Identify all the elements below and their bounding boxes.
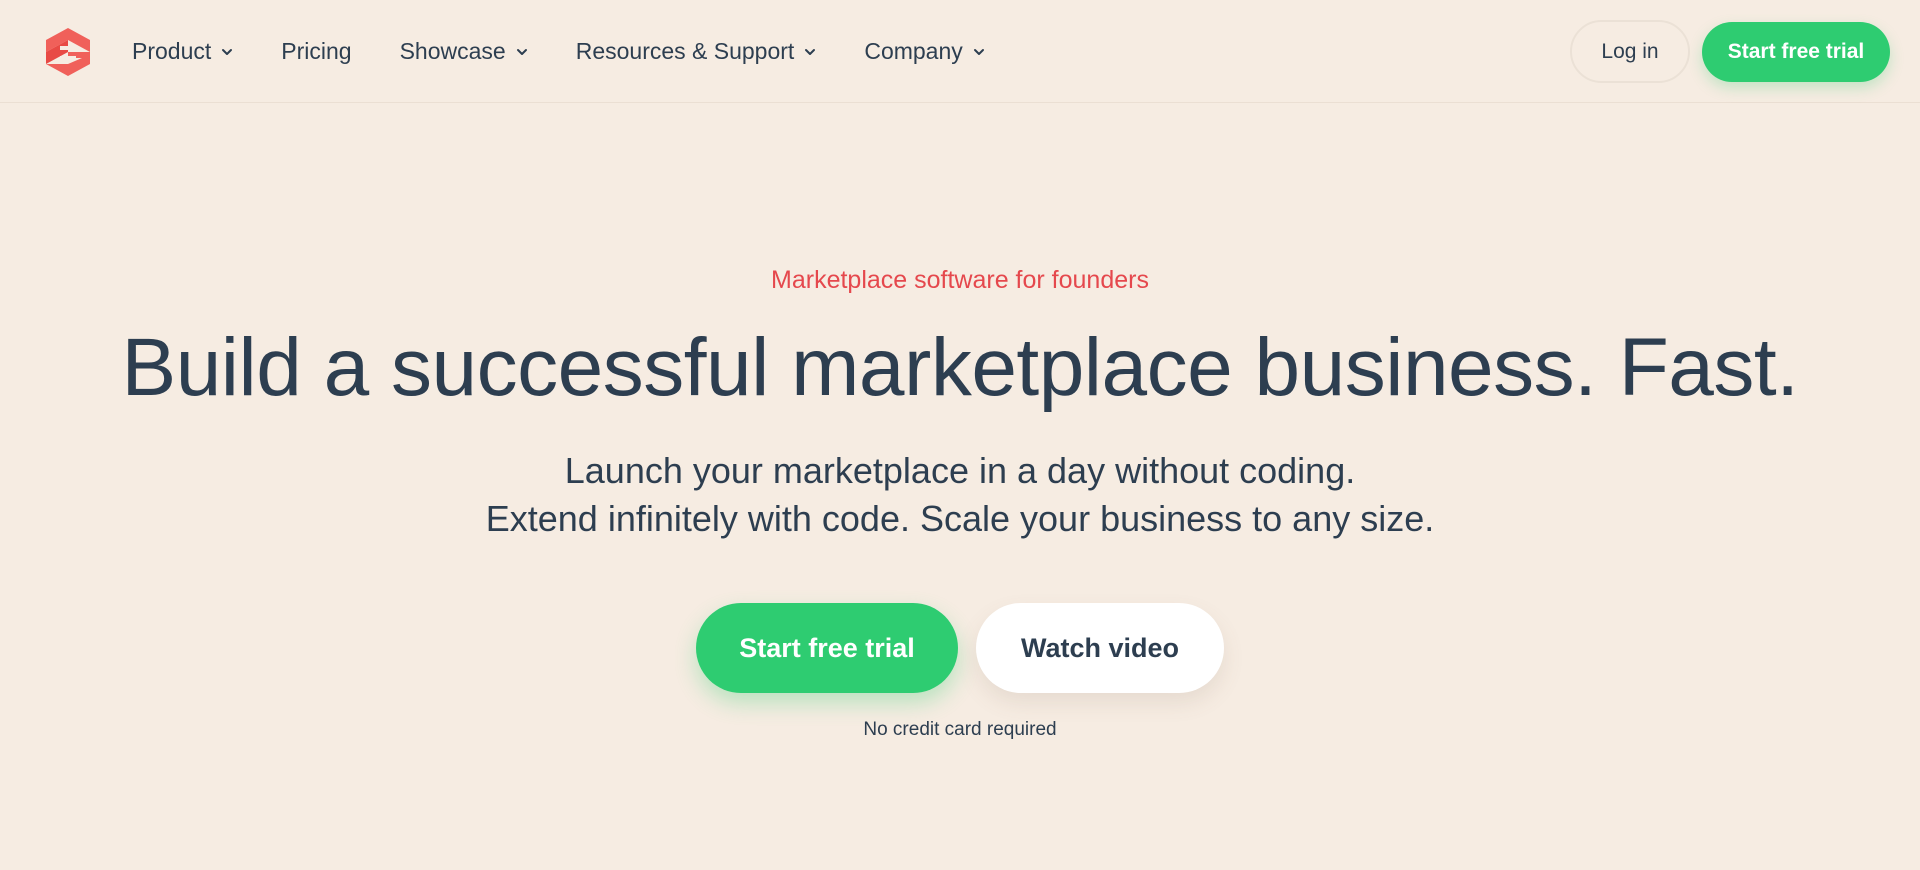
chevron-down-icon: [805, 48, 816, 55]
page: Product Pricing Showcase Resources & Sup…: [0, 0, 1920, 870]
hero-subline-1: Launch your marketplace in a day without…: [564, 450, 1356, 491]
hero-section: Marketplace software for founders Build …: [0, 103, 1920, 870]
login-button[interactable]: Log in: [1570, 20, 1690, 83]
header-start-trial-button[interactable]: Start free trial: [1702, 21, 1890, 82]
hero-headline: Build a successful marketplace business.…: [121, 322, 1799, 413]
nav-label: Showcase: [399, 38, 506, 64]
sharetribe-logo-icon[interactable]: [46, 28, 90, 76]
no-credit-card-note: No credit card required: [863, 719, 1057, 740]
nav-product[interactable]: Product: [132, 38, 233, 65]
nav-label: Resources & Support: [575, 38, 795, 64]
chevron-down-icon: [516, 48, 527, 55]
nav-showcase[interactable]: Showcase: [400, 38, 528, 65]
nav-resources-support[interactable]: Resources & Support: [576, 38, 817, 65]
nav-label: Product: [132, 38, 212, 64]
hero-start-trial-button[interactable]: Start free trial: [696, 603, 958, 693]
nav-company[interactable]: Company: [864, 38, 984, 65]
nav-pricing[interactable]: Pricing: [281, 38, 351, 65]
nav-label: Company: [864, 38, 963, 64]
hero-subline-2: Extend infinitely with code. Scale your …: [485, 498, 1435, 539]
header-actions: Log in Start free trial: [1570, 20, 1890, 83]
chevron-down-icon: [222, 48, 233, 55]
site-header: Product Pricing Showcase Resources & Sup…: [0, 0, 1920, 103]
watch-video-button[interactable]: Watch video: [976, 603, 1224, 693]
chevron-down-icon: [973, 48, 984, 55]
hero-eyebrow: Marketplace software for founders: [771, 266, 1149, 294]
nav-label: Pricing: [281, 38, 352, 64]
hero-cta-row: Start free trial Watch video: [0, 603, 1920, 693]
main-nav: Product Pricing Showcase Resources & Sup…: [132, 0, 1033, 103]
